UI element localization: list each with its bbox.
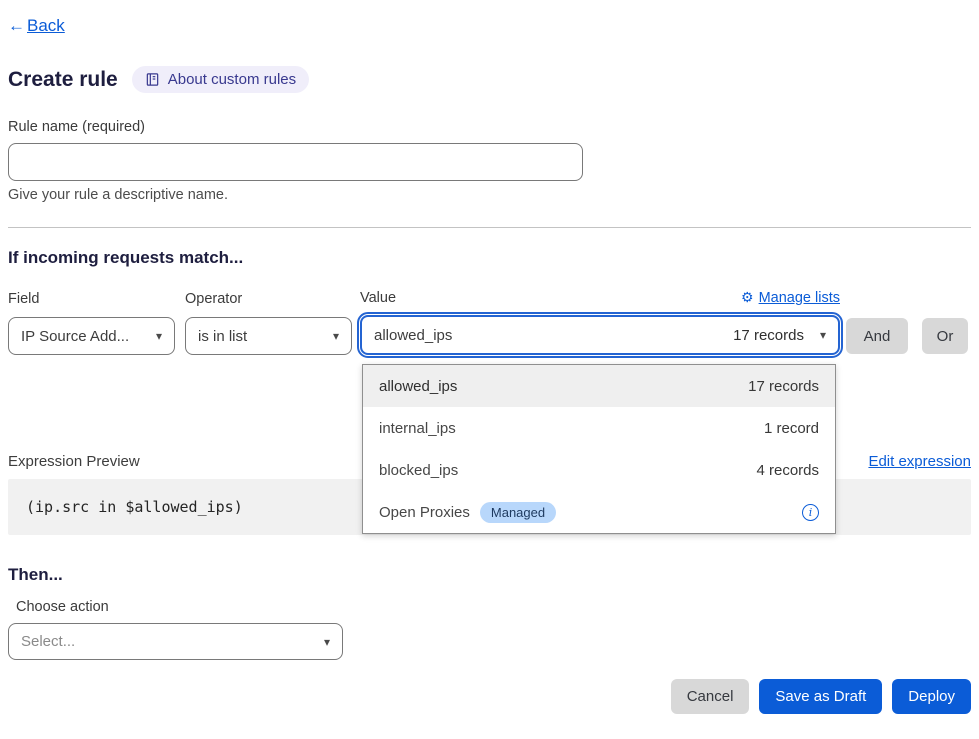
expression-preview-label: Expression Preview — [8, 453, 140, 470]
field-label: Field — [8, 291, 39, 307]
list-item[interactable]: blocked_ips 4 records — [363, 449, 835, 491]
list-item[interactable]: allowed_ips 17 records — [363, 365, 835, 407]
list-item[interactable]: Open Proxies Managed i — [363, 491, 835, 533]
operator-select-value: is in list — [198, 328, 247, 345]
value-select-records: 17 records — [733, 327, 804, 344]
list-item-name: allowed_ips — [379, 378, 457, 395]
operator-select[interactable]: is in list ▾ — [185, 317, 352, 355]
manage-lists-label: Manage lists — [759, 290, 840, 306]
chevron-down-icon: ▾ — [333, 329, 339, 343]
list-item-name: blocked_ips — [379, 462, 458, 479]
list-item-name: internal_ips — [379, 420, 456, 437]
field-select-value: IP Source Add... — [21, 328, 129, 345]
back-row: ←Back — [0, 0, 979, 36]
section-divider — [8, 227, 971, 228]
rule-name-field-wrap — [0, 143, 979, 181]
chevron-down-icon: ▾ — [820, 328, 826, 342]
action-select[interactable]: Select... ▾ — [8, 623, 343, 660]
value-select[interactable]: allowed_ips 17 records ▾ — [360, 315, 840, 355]
then-section-heading: Then... — [8, 565, 971, 585]
expression-code: (ip.src in $allowed_ips) — [26, 498, 243, 516]
title-row: Create rule About custom rules — [8, 66, 971, 93]
value-label: Value — [360, 290, 396, 306]
condition-joiners: And Or — [846, 318, 968, 354]
operator-column: Operator is in list ▾ — [185, 291, 352, 355]
list-dropdown-panel: allowed_ips 17 records internal_ips 1 re… — [362, 364, 836, 534]
list-item-records: 4 records — [756, 462, 819, 479]
list-item-records: 17 records — [748, 378, 819, 395]
gear-icon: ⚙ — [741, 289, 754, 306]
manage-lists-link[interactable]: ⚙ Manage lists — [741, 289, 840, 306]
book-icon — [145, 72, 160, 87]
create-rule-page: ←Back Create rule About custom rules Rul… — [0, 0, 979, 739]
deploy-button[interactable]: Deploy — [892, 679, 971, 714]
list-item-records: 1 record — [764, 420, 819, 437]
value-select-selected: allowed_ips — [374, 327, 452, 344]
rule-name-input[interactable] — [8, 143, 583, 181]
chevron-down-icon: ▾ — [324, 635, 330, 649]
edit-expression-link[interactable]: Edit expression — [868, 453, 971, 470]
rule-name-helper: Give your rule a descriptive name. — [0, 187, 979, 203]
info-icon[interactable]: i — [802, 504, 819, 521]
value-column: Value ⚙ Manage lists allowed_ips 17 reco… — [360, 289, 840, 355]
choose-action-label: Choose action — [8, 599, 971, 615]
about-custom-rules-link[interactable]: About custom rules — [132, 66, 309, 93]
about-custom-rules-label: About custom rules — [168, 71, 296, 88]
edit-expression-label: Edit expression — [868, 453, 971, 470]
managed-badge: Managed — [480, 502, 556, 523]
and-button[interactable]: And — [846, 318, 908, 354]
field-select[interactable]: IP Source Add... ▾ — [8, 317, 175, 355]
cancel-button[interactable]: Cancel — [671, 679, 750, 714]
save-as-draft-button[interactable]: Save as Draft — [759, 679, 882, 714]
list-item-name: Open Proxies — [379, 504, 470, 521]
action-select-placeholder: Select... — [21, 633, 75, 650]
back-link[interactable]: ←Back — [8, 16, 65, 35]
operator-label: Operator — [185, 291, 242, 307]
rule-name-label: Rule name (required) — [0, 119, 979, 135]
or-button[interactable]: Or — [922, 318, 968, 354]
back-arrow-icon: ← — [8, 16, 25, 35]
page-title: Create rule — [8, 67, 118, 93]
match-section-heading: If incoming requests match... — [8, 248, 971, 268]
field-column: Field IP Source Add... ▾ — [8, 291, 175, 355]
footer-actions: Cancel Save as Draft Deploy — [8, 679, 971, 714]
list-item[interactable]: internal_ips 1 record — [363, 407, 835, 449]
back-link-label: Back — [27, 16, 65, 35]
condition-row: Field IP Source Add... ▾ Operator is in … — [8, 289, 971, 355]
chevron-down-icon: ▾ — [156, 329, 162, 343]
